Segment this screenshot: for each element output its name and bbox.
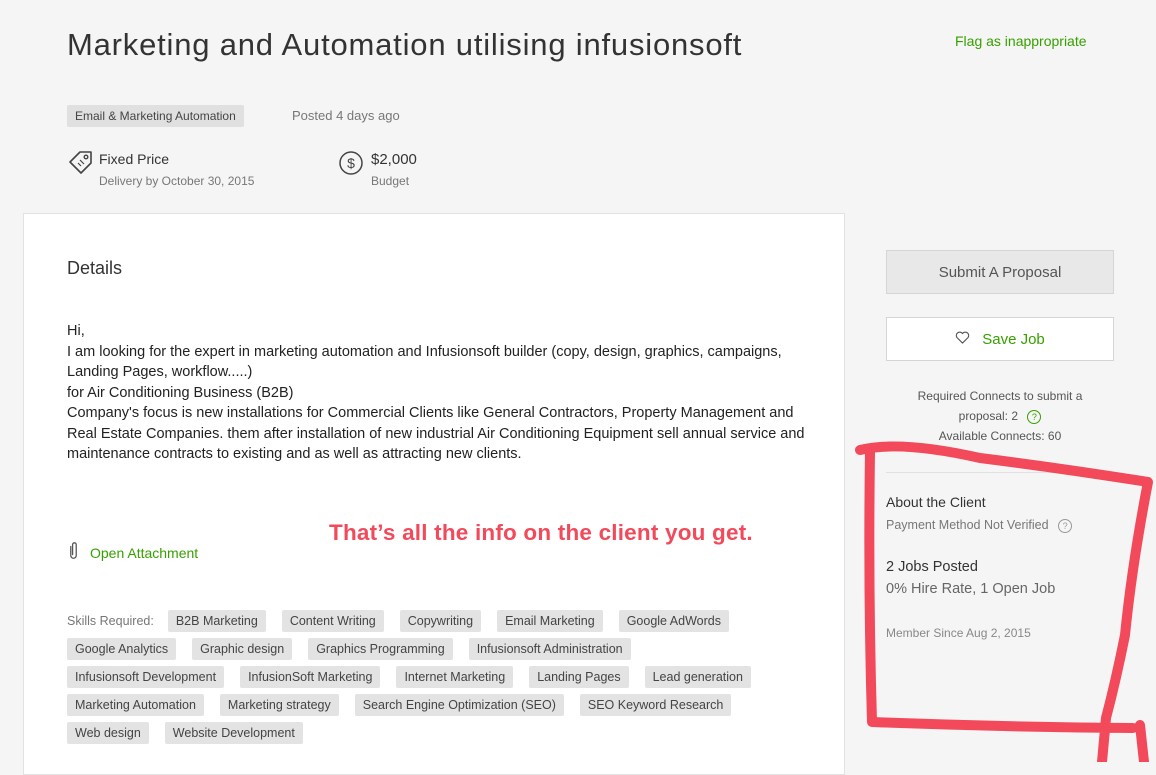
delivery-date: Delivery by October 30, 2015 [99,174,255,188]
skills-label: Skills Required: [67,614,154,628]
job-description: Hi, I am looking for the expert in marke… [67,323,805,462]
posted-time: Posted 4 days ago [292,108,400,123]
skill-chip[interactable]: Website Development [164,722,303,744]
hire-rate: 0% Hire Rate, 1 Open Job [886,581,1056,597]
skill-chip[interactable]: Google Analytics [67,638,177,660]
skill-chip[interactable]: Google AdWords [618,610,729,632]
skill-chip[interactable]: Content Writing [281,610,384,632]
skill-chip[interactable]: Marketing Automation [67,694,204,716]
connects-required-line1: Required Connects to submit a [917,389,1083,403]
skill-chip[interactable]: Internet Marketing [396,666,514,688]
skill-chip[interactable]: Graphics Programming [308,638,453,660]
payment-help-icon[interactable]: ? [1058,518,1073,533]
skill-chip[interactable]: B2B Marketing [167,610,266,632]
attachment-label: Open Attachment [90,544,199,561]
price-tag-icon [67,149,97,184]
submit-proposal-button[interactable]: Submit A Proposal [886,250,1114,294]
heart-icon [955,331,970,348]
connects-info: Required Connects to submit a proposal: … [886,386,1114,446]
annotation-text: That’s all the info on the client you ge… [329,520,753,545]
svg-text:$: $ [347,155,355,171]
skill-chip[interactable]: Graphic design [192,638,293,660]
connects-available: Available Connects: 60 [938,429,1062,443]
payment-status: Payment Method Not Verified ? [886,518,1073,533]
skill-chip[interactable]: Infusionsoft Development [67,666,225,688]
member-since: Member Since Aug 2, 2015 [886,626,1031,640]
budget-label: Budget [371,174,410,188]
skill-chip[interactable]: Web design [67,722,149,744]
skill-chip[interactable]: Lead generation [644,666,751,688]
sidebar-divider [886,472,1114,473]
paperclip-icon [67,541,80,564]
skills-section: Skills Required: B2B Marketing Content Wr… [67,610,807,744]
category-tag[interactable]: Email & Marketing Automation [67,105,244,127]
dollar-circle-icon: $ [338,150,364,181]
jobs-posted: 2 Jobs Posted [886,559,978,575]
about-client-heading: About the Client [886,494,986,510]
skill-chip[interactable]: Infusionsoft Administration [468,638,631,660]
save-job-label: Save Job [982,330,1045,348]
skill-chip[interactable]: Copywriting [399,610,482,632]
skill-chip[interactable]: InfusionSoft Marketing [240,666,381,688]
skill-chip[interactable]: Landing Pages [529,666,629,688]
save-job-button[interactable]: Save Job [886,317,1114,361]
details-heading: Details [67,258,123,278]
help-icon[interactable]: ? [1027,409,1042,424]
connects-required-line2: proposal: 2 [958,409,1019,423]
budget-amount: $2,000 [371,151,417,168]
skill-chip[interactable]: Email Marketing [497,610,603,632]
job-title: Marketing and Automation utilising infus… [67,27,743,62]
open-attachment-link[interactable]: Open Attachment [67,541,198,564]
payment-status-text: Payment Method Not Verified [886,518,1049,532]
pricing-type: Fixed Price [99,151,170,167]
flag-inappropriate-link[interactable]: Flag as inappropriate [955,33,1087,49]
skill-chip[interactable]: Search Engine Optimization (SEO) [354,694,564,716]
skill-chip[interactable]: Marketing strategy [219,694,339,716]
skill-chip[interactable]: SEO Keyword Research [579,694,732,716]
